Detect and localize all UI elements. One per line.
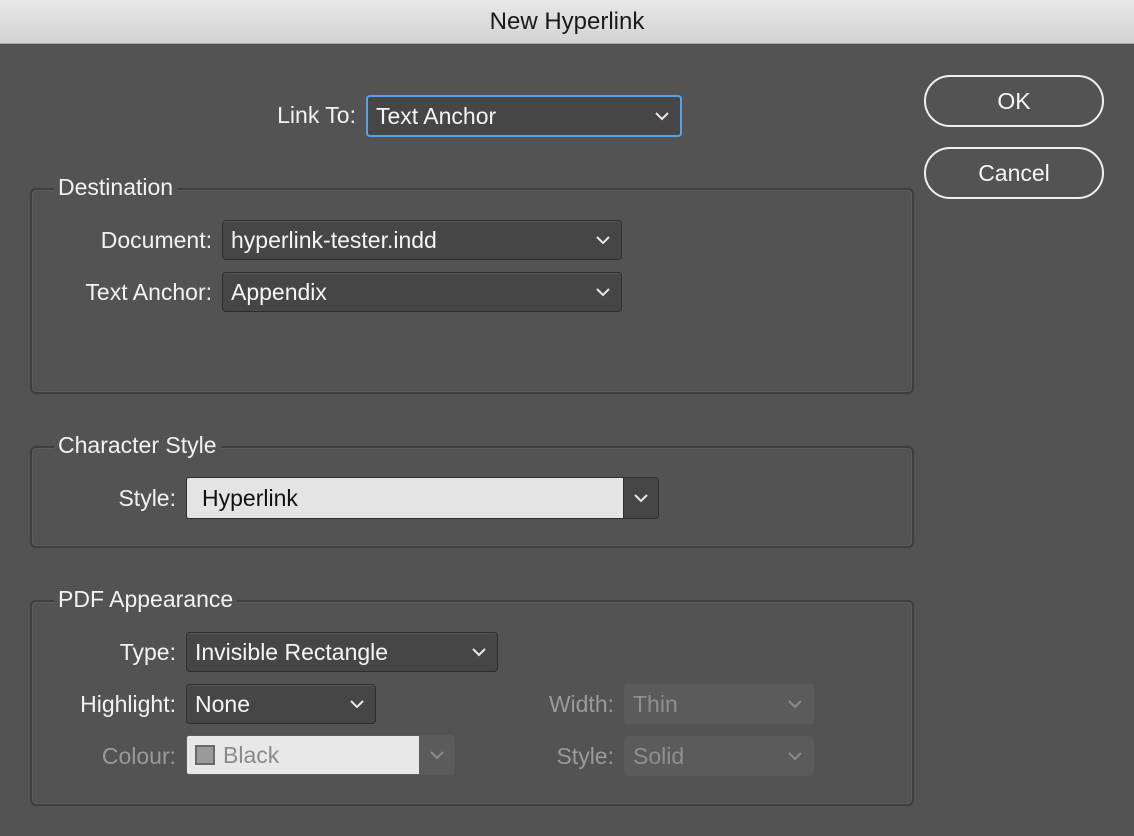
width-value: Thin (633, 690, 678, 717)
chevron-down-icon (595, 287, 611, 297)
document-label: Document: (100, 227, 212, 253)
cancel-button[interactable]: Cancel (924, 147, 1104, 199)
link-to-label: Link To: (277, 102, 356, 128)
colour-value: Black (223, 741, 280, 768)
highlight-label: Highlight: (80, 691, 176, 717)
border-style-label: Style: (556, 743, 614, 769)
document-select[interactable]: hyperlink-tester.indd (222, 220, 622, 260)
style-label: Style: (118, 485, 176, 511)
pdf-appearance-title: PDF Appearance (54, 586, 238, 613)
document-value: hyperlink-tester.indd (231, 226, 437, 253)
text-anchor-select[interactable]: Appendix (222, 272, 622, 312)
style-combo-field[interactable]: Hyperlink (186, 477, 624, 519)
colour-dropdown-button (419, 735, 455, 775)
chevron-down-icon (429, 750, 445, 760)
text-anchor-label: Text Anchor: (85, 279, 212, 305)
border-style-value: Solid (633, 742, 685, 769)
type-select[interactable]: Invisible Rectangle (186, 632, 498, 672)
link-to-select[interactable]: Text Anchor (366, 95, 682, 137)
colour-swatch (195, 745, 215, 765)
chevron-down-icon (471, 647, 487, 657)
highlight-select[interactable]: None (186, 684, 376, 724)
width-label: Width: (548, 691, 614, 717)
chevron-down-icon (787, 699, 803, 709)
chevron-down-icon (595, 235, 611, 245)
title-bar: New Hyperlink (0, 0, 1134, 44)
width-select: Thin (624, 684, 814, 724)
colour-label: Colour: (101, 743, 176, 769)
type-label: Type: (119, 639, 176, 665)
colour-combo-field: Black (186, 735, 420, 775)
chevron-down-icon (787, 751, 803, 761)
chevron-down-icon (633, 493, 649, 503)
highlight-value: None (195, 690, 250, 717)
character-style-title: Character Style (54, 432, 221, 459)
destination-title: Destination (54, 174, 178, 201)
ok-button[interactable]: OK (924, 75, 1104, 127)
chevron-down-icon (654, 111, 670, 121)
chevron-down-icon (349, 699, 365, 709)
window-title: New Hyperlink (489, 7, 645, 35)
text-anchor-value: Appendix (231, 278, 327, 305)
link-to-value: Text Anchor (376, 102, 497, 129)
style-dropdown-button[interactable] (623, 477, 659, 519)
border-style-select: Solid (624, 736, 814, 776)
type-value: Invisible Rectangle (195, 638, 389, 665)
